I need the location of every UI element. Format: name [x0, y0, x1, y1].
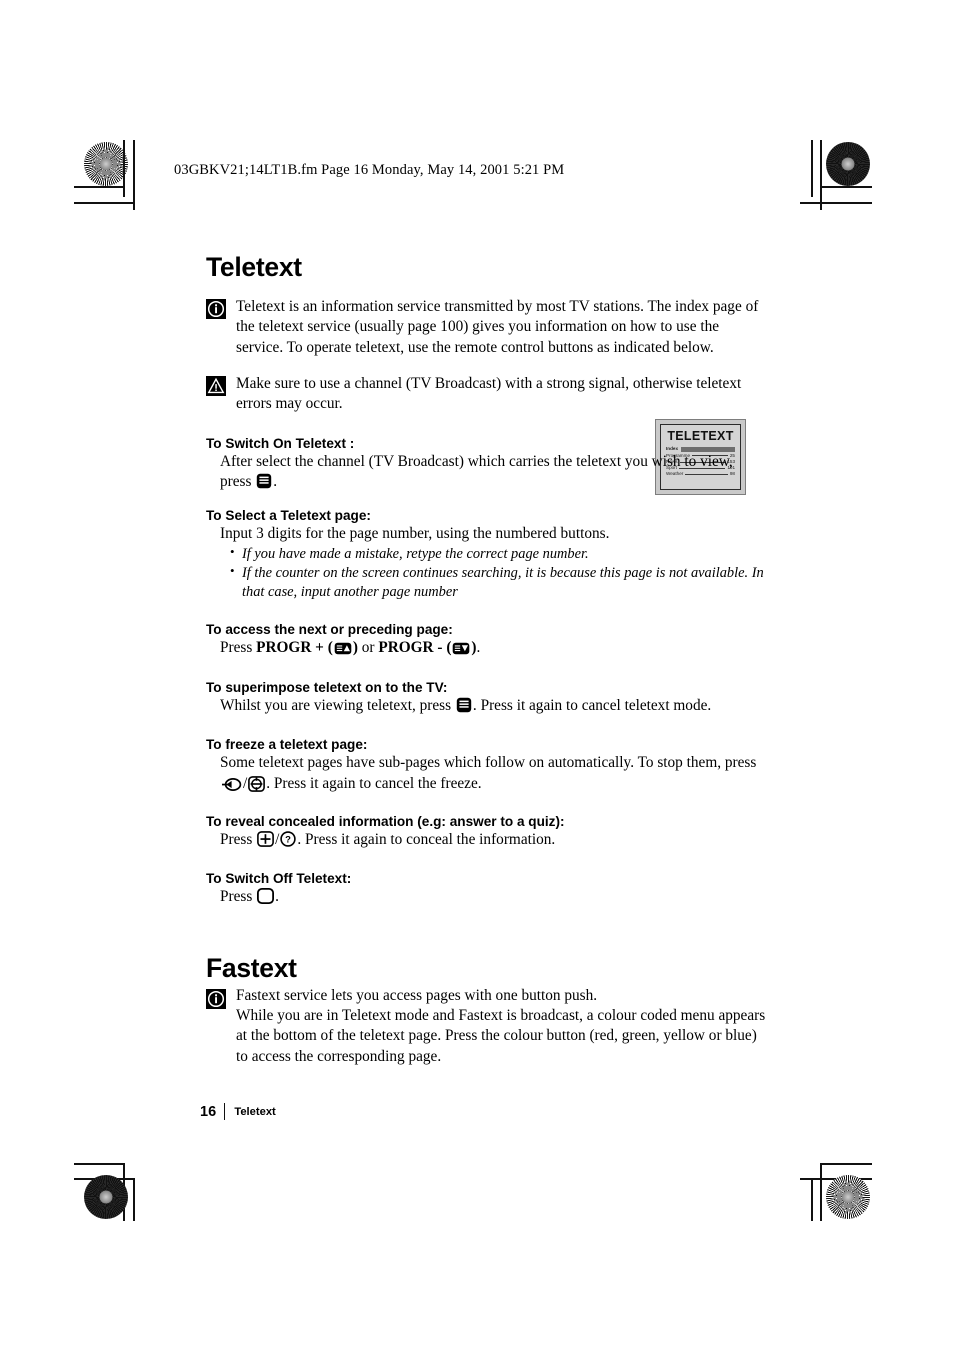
crop-mark-bottom-left-vertical-2	[133, 1178, 135, 1221]
progr-minus-label: PROGR -	[378, 638, 443, 656]
section-superimpose-teletext: To superimpose teletext on to the TV: Wh…	[206, 680, 766, 717]
warning-icon	[206, 376, 226, 397]
registration-cross-left-lower	[98, 1117, 132, 1151]
warning-note-text: Make sure to use a channel (TV Broadcast…	[236, 375, 742, 413]
section-body-suffix: .	[273, 473, 278, 491]
fastext-title: Fastext	[206, 952, 297, 983]
registration-target-top-left	[84, 142, 128, 186]
info-icon	[206, 299, 226, 319]
crop-mark-top-left-vertical-2	[133, 140, 135, 210]
page-title: Teletext	[206, 252, 302, 282]
press-label: Press	[220, 638, 253, 656]
section-access-next-preceding-page: To access the next or preceding page: Pr…	[206, 622, 766, 659]
section-bullet-list: If you have made a mistake, retype the c…	[230, 544, 766, 602]
section-body-suffix: . Press it again to cancel teletext mode…	[472, 697, 712, 715]
registration-target-bottom-right	[826, 1175, 870, 1219]
crop-mark-bottom-right-horizontal	[820, 1163, 872, 1165]
progr-up-button-icon	[334, 642, 352, 655]
section-body-suffix: . Press it again to cancel the freeze.	[266, 774, 482, 792]
list-item: If you have made a mistake, retype the c…	[230, 544, 766, 564]
reveal-question-button-icon: ?	[280, 831, 297, 848]
registration-target-bottom-left	[84, 1175, 128, 1219]
crop-mark-bottom-left-horizontal	[74, 1163, 124, 1165]
section-heading: To superimpose teletext on to the TV:	[206, 680, 448, 696]
fastext-line-2: While you are in Teletext mode and Faste…	[236, 1006, 766, 1065]
icon-separator: /	[243, 774, 248, 792]
section-body: Press .	[220, 887, 766, 908]
crop-mark-bottom-right-vertical-2	[811, 1178, 813, 1221]
section-heading: To Select a Teletext page:	[206, 508, 371, 523]
progr-down-button-icon	[452, 642, 470, 655]
section-reveal-concealed-information: To reveal concealed information (e.g: an…	[206, 814, 766, 851]
progr-plus-label: PROGR +	[256, 638, 324, 656]
footer-section-name: Teletext	[234, 1105, 276, 1118]
section-body-text: Some teletext pages have sub-pages which…	[220, 754, 757, 772]
page-footer: 16 Teletext	[200, 1103, 276, 1120]
crop-mark-bottom-right-vertical	[820, 1163, 822, 1221]
info-note-text: Teletext is an information service trans…	[236, 298, 759, 356]
info-note: Teletext is an information service trans…	[206, 297, 766, 358]
section-switch-on-teletext: To Switch On Teletext : After select the…	[206, 436, 766, 493]
subpage-hold-button-icon	[248, 775, 266, 792]
fastext-line-1: Fastext service lets you access pages wi…	[236, 986, 598, 1004]
registration-cross-top-left	[142, 155, 176, 189]
crop-mark-top-right-horizontal	[820, 186, 872, 188]
footer-page-number: 16	[200, 1103, 217, 1120]
section-body: After select the channel (TV Broadcast) …	[220, 452, 766, 493]
section-heading: To access the next or preceding page:	[206, 621, 453, 637]
section-body: Some teletext pages have sub-pages which…	[220, 753, 766, 794]
section-heading: To freeze a teletext page:	[206, 737, 368, 753]
section-body: Press / ? . Press it again to conceal th…	[220, 830, 766, 851]
registration-cross-left-middle	[98, 657, 132, 691]
section-heading: To Switch On Teletext :	[206, 435, 355, 451]
joiner-label: or	[361, 638, 375, 656]
crop-mark-top-left-horizontal	[74, 186, 124, 188]
section-body-text: After select the channel (TV Broadcast) …	[220, 452, 733, 491]
section-body-suffix: . Press it again to conceal the informat…	[297, 831, 556, 849]
icon-separator: /	[275, 831, 280, 849]
press-label: Press	[220, 888, 253, 905]
warning-note: Make sure to use a channel (TV Broadcast…	[206, 374, 766, 415]
registration-cross-left-upper	[92, 203, 126, 237]
section-switch-off-teletext: To Switch Off Teletext: Press .	[206, 871, 766, 908]
info-icon	[206, 988, 226, 1009]
registration-target-top-right	[826, 142, 870, 186]
list-item: If the counter on the screen continues s…	[230, 563, 766, 601]
press-label: Press	[220, 831, 253, 849]
tv-button-icon	[257, 888, 275, 904]
registration-cross-right-middle	[824, 657, 858, 691]
registration-cross-bottom-left	[144, 1190, 178, 1224]
section-body: Press PROGR + ( ) or PROGR - ().	[220, 638, 481, 656]
section-heading: To reveal concealed information (e.g: an…	[206, 814, 565, 830]
reveal-plus-button-icon	[257, 831, 275, 848]
hold-button-icon	[221, 777, 242, 792]
section-body-text: Whilst you are viewing teletext, press	[220, 697, 452, 715]
section-select-teletext-page: To Select a Teletext page: Input 3 digit…	[206, 508, 766, 602]
section-body-suffix: .	[476, 638, 481, 656]
section-freeze-teletext-page: To freeze a teletext page: Some teletext…	[206, 737, 766, 794]
crop-mark-top-right-vertical-2	[811, 140, 813, 197]
teletext-button-icon	[456, 697, 472, 713]
registration-cross-bottom-center	[461, 1162, 495, 1196]
section-body: Whilst you are viewing teletext, press .…	[220, 696, 766, 717]
teletext-button-icon	[256, 473, 272, 489]
registration-cross-top-right	[773, 155, 807, 189]
section-body: Input 3 digits for the page number, usin…	[220, 525, 610, 542]
section-body-suffix: .	[275, 888, 279, 905]
svg-text:?: ?	[285, 835, 291, 846]
crop-mark-top-right-vertical	[820, 140, 822, 210]
file-info-header: 03GBKV21;14LT1B.fm Page 16 Monday, May 1…	[174, 162, 565, 178]
registration-cross-bottom-right	[773, 1190, 807, 1224]
crop-mark-top-left-vertical	[123, 140, 125, 197]
page-content: Teletext Teletext is an information serv…	[206, 252, 766, 1083]
section-heading: To Switch Off Teletext:	[206, 871, 352, 886]
registration-cross-right-lower	[824, 1117, 858, 1151]
footer-divider	[224, 1103, 226, 1120]
fastext-note: Fastext service lets you access pages wi…	[206, 986, 766, 1067]
registration-cross-right-upper	[824, 203, 858, 237]
